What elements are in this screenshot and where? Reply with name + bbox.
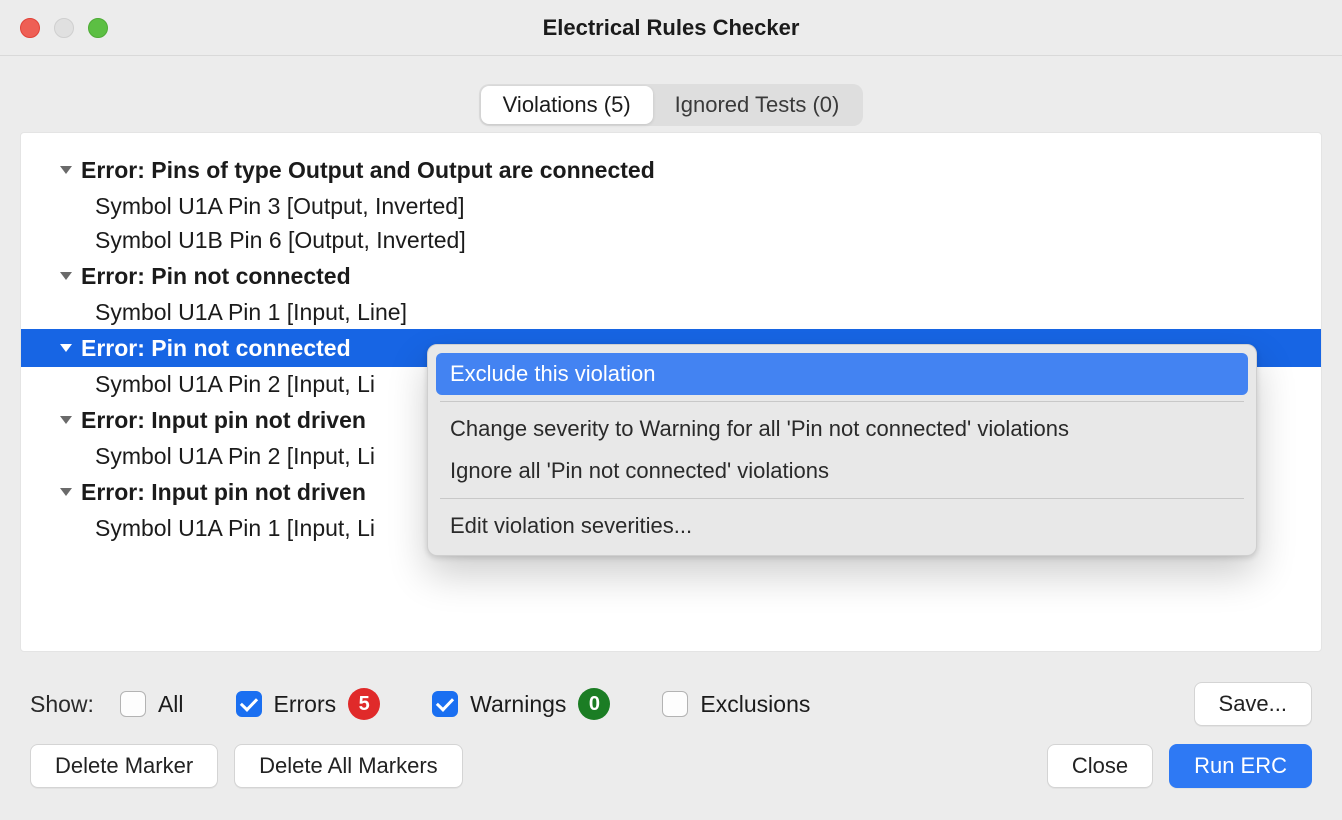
chevron-down-icon[interactable]: [55, 481, 77, 503]
filter-exclusions[interactable]: Exclusions: [662, 691, 810, 718]
chevron-down-icon[interactable]: [55, 159, 77, 181]
tab-group: Violations (5) Ignored Tests (0): [479, 84, 864, 126]
delete-marker-button[interactable]: Delete Marker: [30, 744, 218, 788]
menu-ignore-all[interactable]: Ignore all 'Pin not connected' violation…: [436, 450, 1248, 492]
violation-detail[interactable]: Symbol U1A Pin 1 [Input, Line]: [21, 295, 1321, 329]
chevron-down-icon[interactable]: [55, 265, 77, 287]
filter-errors-label: Errors: [274, 691, 337, 718]
filter-all[interactable]: All: [120, 691, 184, 718]
tab-ignored-tests[interactable]: Ignored Tests (0): [653, 86, 862, 124]
warnings-count-badge: 0: [578, 688, 610, 720]
violation-detail[interactable]: Symbol U1B Pin 6 [Output, Inverted]: [21, 223, 1321, 257]
checkbox-errors[interactable]: [236, 691, 262, 717]
show-label: Show:: [30, 691, 94, 718]
violation-title: Error: Input pin not driven: [81, 475, 366, 509]
chevron-down-icon[interactable]: [55, 337, 77, 359]
run-erc-button[interactable]: Run ERC: [1169, 744, 1312, 788]
checkbox-all[interactable]: [120, 691, 146, 717]
save-button[interactable]: Save...: [1194, 682, 1312, 726]
filter-warnings[interactable]: Warnings 0: [432, 688, 610, 720]
violation-title: Error: Pin not connected: [81, 259, 351, 293]
titlebar: Electrical Rules Checker: [0, 0, 1342, 56]
violation-row[interactable]: Error: Pin not connected: [21, 257, 1321, 295]
menu-separator: [440, 498, 1244, 499]
bottom-button-row: Delete Marker Delete All Markers Close R…: [0, 726, 1342, 788]
violation-detail[interactable]: Symbol U1A Pin 3 [Output, Inverted]: [21, 189, 1321, 223]
menu-edit-severities[interactable]: Edit violation severities...: [436, 505, 1248, 547]
filter-warnings-label: Warnings: [470, 691, 566, 718]
filter-exclusions-label: Exclusions: [700, 691, 810, 718]
filter-all-label: All: [158, 691, 184, 718]
menu-exclude-violation[interactable]: Exclude this violation: [436, 353, 1248, 395]
filter-errors[interactable]: Errors 5: [236, 688, 381, 720]
errors-count-badge: 5: [348, 688, 380, 720]
checkbox-exclusions[interactable]: [662, 691, 688, 717]
menu-separator: [440, 401, 1244, 402]
chevron-down-icon[interactable]: [55, 409, 77, 431]
menu-change-severity[interactable]: Change severity to Warning for all 'Pin …: [436, 408, 1248, 450]
close-button[interactable]: Close: [1047, 744, 1153, 788]
erc-dialog-window: Electrical Rules Checker Violations (5) …: [0, 0, 1342, 820]
filter-row: Show: All Errors 5 Warnings 0 Exclusions…: [0, 652, 1342, 726]
context-menu: Exclude this violation Change severity t…: [427, 344, 1257, 556]
window-title: Electrical Rules Checker: [0, 0, 1342, 56]
violation-title: Error: Pin not connected: [81, 331, 351, 365]
violation-row[interactable]: Error: Pins of type Output and Output ar…: [21, 151, 1321, 189]
checkbox-warnings[interactable]: [432, 691, 458, 717]
violation-title: Error: Input pin not driven: [81, 403, 366, 437]
delete-all-markers-button[interactable]: Delete All Markers: [234, 744, 463, 788]
violation-title: Error: Pins of type Output and Output ar…: [81, 153, 655, 187]
tab-strip: Violations (5) Ignored Tests (0): [0, 84, 1342, 126]
tab-violations[interactable]: Violations (5): [481, 86, 653, 124]
